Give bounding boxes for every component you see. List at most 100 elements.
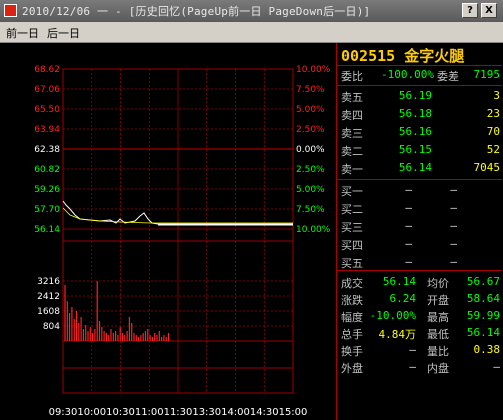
volume-label: 3216 (37, 277, 60, 287)
percent-label: 0.00% (296, 145, 325, 155)
time-label: 13:30 (192, 407, 221, 418)
buy-volume: — (450, 219, 457, 232)
stat-value: 0.38 (473, 343, 501, 356)
sell-label: 卖二 (341, 145, 363, 158)
close-button[interactable]: X (481, 3, 497, 18)
buy-price: — (405, 201, 412, 214)
percent-label: 10.00% (296, 225, 331, 235)
price-label: 56.14 (34, 225, 60, 235)
stat-value: -10.00% (369, 309, 416, 322)
stat-value: — (409, 360, 416, 373)
time-label: 14:30 (250, 407, 279, 418)
stat-label: 幅度 (341, 311, 363, 324)
price-label: 59.26 (34, 185, 60, 195)
price-label: 57.70 (34, 205, 60, 215)
buy-row: 买二 — — (337, 201, 502, 217)
time-label: 14:00 (221, 407, 250, 418)
volume-label: 2412 (37, 292, 60, 302)
stat-row: 幅度 -10.00% 最高 59.99 (337, 309, 502, 325)
intraday-chart: 68.62 10.00% 67.06 7.50% 65.50 5.00% 63.94 2.50… (34, 65, 331, 418)
stat-label: 成交 (341, 277, 363, 290)
stat-value: 4.84万 (378, 328, 417, 341)
percent-label: 7.50% (296, 205, 325, 215)
weibi-row: 委比 -100.00% 委差 7195 (337, 68, 502, 84)
buy-volume: — (450, 255, 457, 268)
buy-label: 买二 (341, 203, 363, 216)
sell-label: 卖一 (341, 163, 363, 176)
price-label: 68.62 (34, 65, 60, 75)
stat-value: 56.14 (382, 275, 416, 288)
percent-label: 5.00% (296, 105, 325, 115)
stat-value: 58.64 (466, 292, 500, 305)
next-day-button[interactable]: 后一日 (47, 25, 80, 41)
buy-label: 买三 (341, 221, 363, 234)
sell-row: 卖四 56.18 23 (337, 107, 502, 123)
window-title: 2010/12/06 一 - [历史回忆(PageUp前一日 PageDown后… (22, 5, 371, 18)
volume-label: 804 (43, 322, 60, 332)
divider (337, 270, 502, 271)
title-bar: 2010/12/06 一 - [历史回忆(PageUp前一日 PageDown后… (0, 0, 503, 22)
stat-row: 总手 4.84万 最低 56.14 (337, 326, 502, 342)
sell-volume: 23 (486, 107, 500, 120)
stat-label: 均价 (427, 277, 449, 290)
time-label: 11:00 (135, 407, 164, 418)
percent-label: 2.50% (296, 125, 325, 135)
stat-label: 总手 (341, 328, 363, 341)
divider (337, 65, 502, 66)
sell-volume: 3 (493, 89, 500, 102)
sell-price: 56.16 (398, 125, 432, 138)
divider (337, 85, 502, 86)
sell-row: 卖三 56.16 70 (337, 125, 502, 141)
sell-label: 卖三 (341, 127, 363, 140)
stock-code: 002515 (341, 47, 396, 65)
stat-label: 涨跌 (341, 294, 363, 307)
time-label: 15:00 (279, 407, 308, 418)
weibi-label: 委比 (341, 70, 363, 83)
stat-label: 量比 (427, 345, 449, 358)
price-label: 65.50 (34, 105, 60, 115)
sell-volume: 7045 (473, 161, 501, 174)
stat-value: — (409, 343, 416, 356)
buy-label: 买五 (341, 257, 363, 270)
sell-price: 56.14 (398, 161, 432, 174)
percent-label: 7.50% (296, 85, 325, 95)
volume-label: 1608 (37, 307, 60, 317)
price-label: 63.94 (34, 125, 60, 135)
sell-volume: 70 (486, 125, 500, 138)
buy-price: — (405, 237, 412, 250)
quote-panel: 002515 金字火腿 委比 -100.00% 委差 7195 卖五 56.19 3… (336, 43, 503, 420)
stat-value: 59.99 (466, 309, 500, 322)
app-icon (4, 4, 17, 17)
percent-label: 5.00% (296, 185, 325, 195)
stat-value: 56.14 (466, 326, 500, 339)
percent-label: 10.00% (296, 65, 331, 75)
sell-price: 56.18 (398, 107, 432, 120)
prev-day-button[interactable]: 前一日 (6, 25, 39, 41)
time-label: 10:30 (106, 407, 135, 418)
stock-title: 002515 金字火腿 (341, 45, 464, 66)
weicha-label: 委差 (437, 70, 459, 83)
stat-label: 最低 (427, 328, 449, 341)
buy-label: 买一 (341, 185, 363, 198)
percent-label: 2.50% (296, 165, 325, 175)
stock-name: 金字火腿 (404, 47, 465, 65)
buy-price: — (405, 219, 412, 232)
stat-value: 56.67 (466, 275, 500, 288)
buy-row: 买五 — — (337, 255, 502, 271)
stat-row: 涨跌 6.24 开盘 58.64 (337, 292, 502, 308)
buy-volume: — (450, 237, 457, 250)
sell-price: 56.15 (398, 143, 432, 156)
time-label: 09:30 (49, 407, 78, 418)
stat-row: 换手 — 量比 0.38 (337, 343, 502, 359)
sell-row: 卖五 56.19 3 (337, 89, 502, 105)
stat-row: 外盘 — 内盘 — (337, 360, 502, 376)
price-label: 60.82 (34, 165, 60, 175)
main-panel: 68.62 10.00% 67.06 7.50% 65.50 5.00% 63.94 2.50… (0, 43, 503, 420)
stat-label: 开盘 (427, 294, 449, 307)
time-label: 11:30 (164, 407, 193, 418)
sell-row: 卖二 56.15 52 (337, 143, 502, 159)
help-button[interactable]: ? (462, 3, 478, 18)
stat-label: 最高 (427, 311, 449, 324)
stat-row: 成交 56.14 均价 56.67 (337, 275, 502, 291)
sell-label: 卖四 (341, 109, 363, 122)
